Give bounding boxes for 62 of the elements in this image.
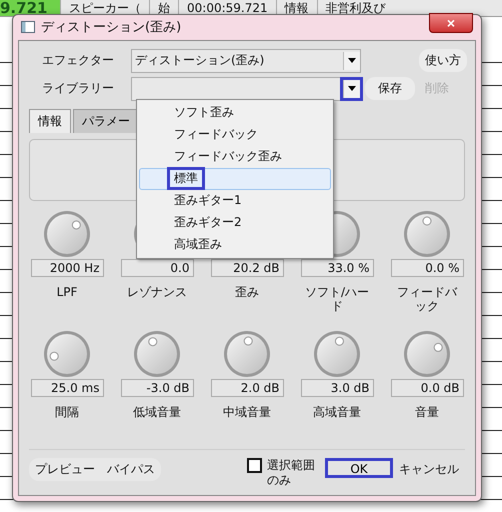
window-icon bbox=[21, 21, 35, 34]
menu-item-label: フィードバック bbox=[173, 126, 259, 144]
dropdown-arrow-button[interactable] bbox=[343, 80, 360, 98]
caret-icon bbox=[348, 86, 356, 92]
knob-label: フィードバック bbox=[396, 284, 458, 316]
menu-item[interactable]: フィードバック歪み bbox=[139, 146, 331, 168]
menu-item-label: 標準 bbox=[170, 170, 202, 188]
ok-button[interactable]: OK bbox=[325, 458, 393, 478]
knob-label: 間隔 bbox=[54, 404, 80, 421]
knob-label: 低域音量 bbox=[132, 404, 182, 421]
knob[interactable] bbox=[42, 208, 92, 259]
tab[interactable]: 情報 bbox=[29, 108, 71, 133]
knob[interactable] bbox=[312, 328, 362, 379]
cancel-button[interactable]: キャンセル bbox=[393, 458, 465, 481]
value-field[interactable]: 2.0 dB bbox=[210, 378, 284, 397]
value-field[interactable]: 3.0 dB bbox=[300, 378, 374, 397]
menu-item-label: 歪みギター1 bbox=[173, 192, 243, 210]
close-button[interactable]: × bbox=[429, 13, 473, 34]
menu-item-label: 高域歪み bbox=[173, 236, 223, 254]
knob[interactable] bbox=[402, 208, 452, 259]
value-field[interactable]: 0.0 dB bbox=[390, 378, 464, 397]
menu-item[interactable]: 歪みギター2 bbox=[139, 212, 331, 234]
time-display: 9.721 bbox=[0, 0, 60, 16]
caret-icon bbox=[348, 58, 356, 64]
save-button[interactable]: 保存 bbox=[365, 77, 415, 100]
menu-item[interactable]: 標準 bbox=[139, 168, 331, 190]
bypass-button[interactable]: バイパス bbox=[101, 458, 161, 481]
knob[interactable] bbox=[402, 328, 452, 379]
knob[interactable] bbox=[132, 328, 182, 379]
value-field[interactable]: 0.0 % bbox=[390, 258, 464, 277]
effector-dropdown[interactable]: ディストーション(歪み) bbox=[131, 48, 361, 73]
knob-label: 歪み bbox=[234, 284, 260, 301]
knob-label: 音量 bbox=[414, 404, 440, 421]
knob-label: ソフト/ハード bbox=[304, 284, 370, 316]
checkbox[interactable] bbox=[247, 458, 262, 473]
value-field[interactable]: 33.0 % bbox=[300, 258, 374, 277]
menu-item[interactable]: 高域歪み bbox=[139, 234, 331, 256]
window-title: ディストーション(歪み) bbox=[41, 19, 182, 36]
value-field[interactable]: 25.0 ms bbox=[30, 378, 104, 397]
knob-label: 高域音量 bbox=[312, 404, 362, 421]
menu-item-label: 歪みギター2 bbox=[173, 214, 243, 232]
value-field[interactable]: -3.0 dB bbox=[120, 378, 194, 397]
value-field[interactable]: 2000 Hz bbox=[30, 258, 104, 277]
library-dropdown[interactable] bbox=[131, 76, 361, 101]
tab[interactable]: パラメー bbox=[73, 108, 139, 133]
checkbox-label: 選択範囲のみ bbox=[267, 458, 316, 489]
knob[interactable] bbox=[222, 328, 272, 379]
menu-item[interactable]: ソフト歪み bbox=[139, 102, 331, 124]
menu-item-label: フィードバック歪み bbox=[173, 148, 283, 166]
value-field[interactable]: 0.0 bbox=[120, 258, 194, 277]
knob-label: LPF bbox=[56, 284, 78, 301]
value-field[interactable]: 20.2 dB bbox=[210, 258, 284, 277]
menu-item-label: ソフト歪み bbox=[173, 104, 235, 122]
menu-item[interactable]: フィードバック bbox=[139, 124, 331, 146]
menu-item[interactable]: 歪みギター1 bbox=[139, 190, 331, 212]
help-button[interactable]: 使い方 bbox=[419, 49, 467, 72]
knob[interactable] bbox=[42, 328, 92, 379]
effector-label: エフェクター bbox=[41, 52, 115, 70]
knob-label: レゾナンス bbox=[126, 284, 188, 301]
knob-label: 中域音量 bbox=[222, 404, 272, 421]
preview-button[interactable]: プレビュー bbox=[29, 458, 101, 481]
library-label: ライブラリー bbox=[41, 80, 115, 98]
